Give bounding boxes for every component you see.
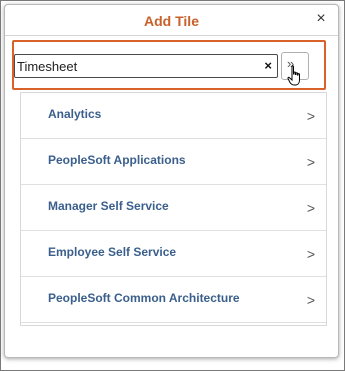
- chevron-right-icon: >: [306, 246, 315, 262]
- list-item-analytics[interactable]: Analytics >: [21, 93, 326, 139]
- list-item-manager-self-service[interactable]: Manager Self Service >: [21, 185, 326, 231]
- list-item-label: Analytics: [48, 107, 102, 121]
- close-button[interactable]: ×: [313, 10, 329, 28]
- search-field[interactable]: ×: [14, 54, 278, 78]
- list-item-label: PeopleSoft Applications: [48, 153, 186, 167]
- hand-pointer-cursor-icon: [287, 65, 300, 86]
- list-item-label: Manager Self Service: [48, 199, 169, 213]
- screenshot-frame: Add Tile × × » Analytics > PeopleSoft Ap…: [0, 0, 345, 371]
- chevron-right-icon: >: [306, 200, 315, 216]
- list-item-label: Employee Self Service: [48, 245, 177, 259]
- chevron-right-icon: >: [306, 154, 315, 170]
- chevron-right-icon: >: [306, 292, 315, 308]
- list-item-employee-self-service[interactable]: Employee Self Service >: [21, 231, 326, 277]
- dialog-title: Add Tile: [144, 13, 199, 29]
- list-item-peoplesoft-applications[interactable]: PeopleSoft Applications >: [21, 139, 326, 185]
- list-item-label: PeopleSoft Common Architecture: [48, 291, 240, 305]
- clear-search-icon[interactable]: ×: [264, 58, 272, 74]
- chevron-right-icon: >: [306, 108, 315, 124]
- tile-category-list: Analytics > PeopleSoft Applications > Ma…: [20, 92, 327, 326]
- dialog-title-bar: Add Tile ×: [5, 5, 338, 36]
- add-tile-dialog: Add Tile × × » Analytics > PeopleSoft Ap…: [4, 4, 339, 358]
- search-input[interactable]: [17, 56, 257, 76]
- list-item-peoplesoft-common-architecture[interactable]: PeopleSoft Common Architecture >: [21, 277, 326, 323]
